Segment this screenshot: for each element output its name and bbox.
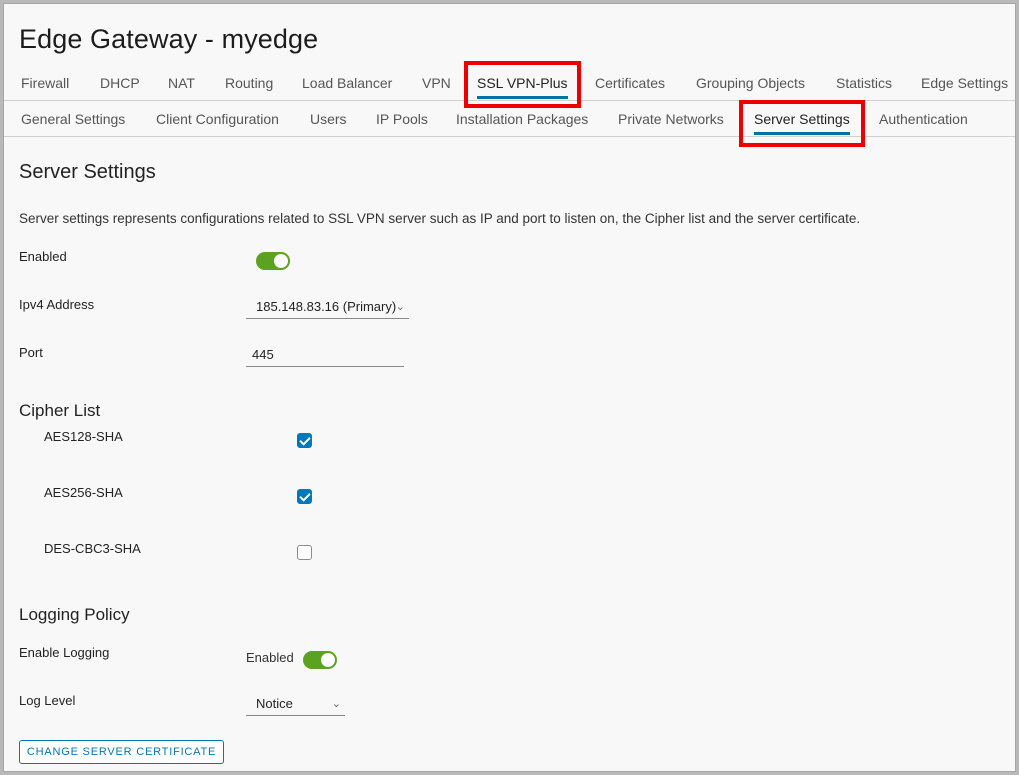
highlight-box-ssl-vpn-plus	[464, 61, 581, 108]
cipher-label-aes256: AES256-SHA	[44, 485, 123, 500]
cipher-label-aes128: AES128-SHA	[44, 429, 123, 444]
tab-client-configuration[interactable]: Client Configuration	[156, 102, 279, 136]
tab-vpn[interactable]: VPN	[422, 66, 451, 100]
cipher-checkbox-des-cbc3[interactable]	[297, 545, 312, 560]
tab-ip-pools[interactable]: IP Pools	[376, 102, 428, 136]
logging-policy-title: Logging Policy	[19, 605, 130, 624]
log-level-select-value: Notice	[256, 696, 293, 711]
tab-installation-packages[interactable]: Installation Packages	[456, 102, 588, 136]
tab-authentication[interactable]: Authentication	[879, 102, 968, 136]
section-description: Server settings represents configuration…	[19, 211, 861, 226]
change-server-certificate-button[interactable]: CHANGE SERVER CERTIFICATE	[19, 740, 224, 764]
toggle-knob	[321, 653, 335, 667]
page-title: Edge Gateway - myedge	[19, 24, 319, 54]
enable-logging-toggle[interactable]	[303, 651, 337, 669]
ipv4-label: Ipv4 Address	[19, 297, 95, 312]
chevron-down-icon: ⌄	[331, 698, 341, 710]
cipher-label-des-cbc3: DES-CBC3-SHA	[44, 541, 141, 556]
chevron-down-icon: ⌄	[395, 301, 405, 313]
ipv4-select-value: 185.148.83.16 (Primary)	[256, 299, 397, 314]
highlight-box-server-settings	[739, 100, 865, 147]
tab-statistics[interactable]: Statistics	[836, 66, 892, 100]
tab-routing[interactable]: Routing	[225, 66, 273, 100]
tab-certificates[interactable]: Certificates	[595, 66, 665, 100]
port-input[interactable]: 445	[246, 345, 404, 367]
tab-private-networks[interactable]: Private Networks	[618, 102, 724, 136]
tab-general-settings[interactable]: General Settings	[21, 102, 125, 136]
app-frame: Edge Gateway - myedge Firewall DHCP NAT …	[3, 3, 1016, 772]
log-level-label: Log Level	[19, 693, 76, 708]
log-level-select[interactable]: Notice ⌄	[246, 694, 345, 716]
cipher-checkbox-aes256[interactable]	[297, 489, 312, 504]
enable-logging-label: Enable Logging	[19, 645, 110, 660]
cipher-checkbox-aes128[interactable]	[297, 433, 312, 448]
enable-logging-state-text: Enabled	[246, 650, 294, 665]
tab-edge-settings[interactable]: Edge Settings	[921, 66, 1008, 100]
section-title: Server Settings	[19, 161, 156, 183]
tab-load-balancer[interactable]: Load Balancer	[302, 66, 392, 100]
ipv4-select[interactable]: 185.148.83.16 (Primary) ⌄	[246, 297, 409, 319]
tab-dhcp[interactable]: DHCP	[100, 66, 140, 100]
cipher-list-title: Cipher List	[19, 401, 101, 420]
enabled-toggle[interactable]	[256, 252, 290, 270]
enabled-label: Enabled	[19, 249, 67, 264]
tab-grouping-objects[interactable]: Grouping Objects	[696, 66, 805, 100]
toggle-knob	[274, 254, 288, 268]
tab-firewall[interactable]: Firewall	[21, 66, 69, 100]
tab-users[interactable]: Users	[310, 102, 347, 136]
port-label: Port	[19, 345, 43, 360]
tab-nat[interactable]: NAT	[168, 66, 195, 100]
